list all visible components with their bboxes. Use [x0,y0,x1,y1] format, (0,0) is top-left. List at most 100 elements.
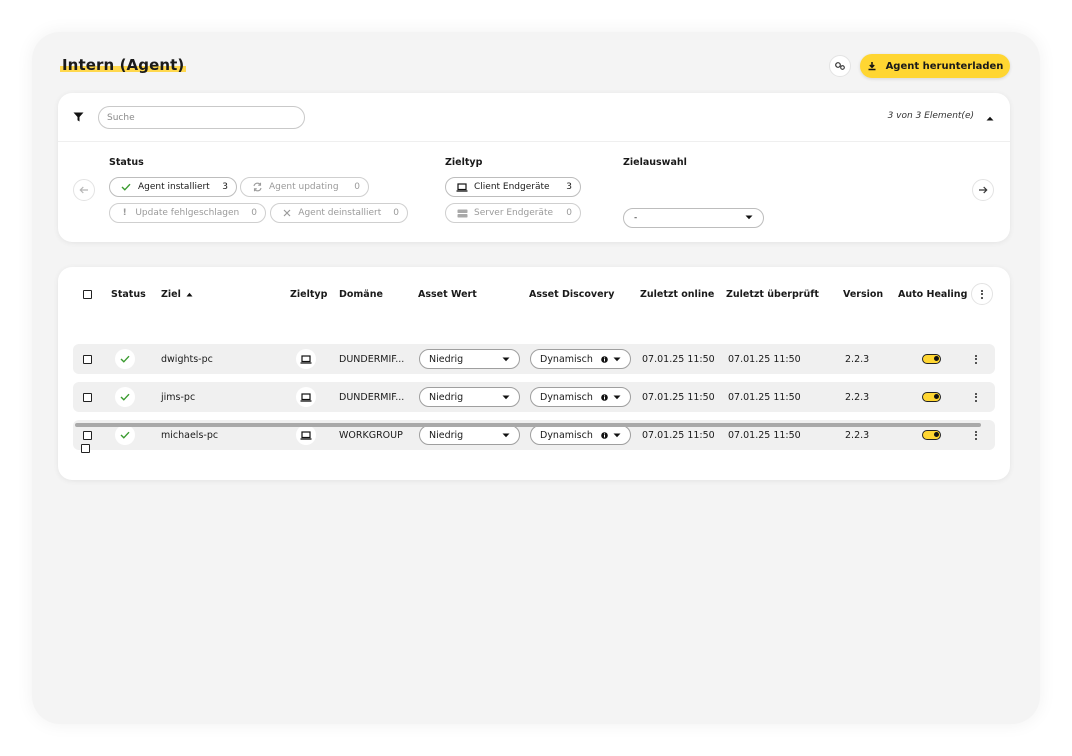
asset-wert-value: Niedrig [429,429,464,441]
column-header-ziel-label: Ziel [161,289,181,300]
row-menu-icon[interactable] [975,392,977,402]
row-menu-icon[interactable] [975,430,977,440]
row-ziel[interactable]: dwights-pc [161,344,213,374]
result-count: 3 von 3 Element(e) [887,111,974,121]
caret-down-icon [613,395,621,399]
app-frame: Intern (Agent) Agent herunterladen 3 von… [32,32,1040,724]
chip-update-fehlgeschlagen[interactable]: ! Update fehlgeschlagen 0 [109,203,266,223]
server-icon [456,209,468,218]
info-icon [601,431,608,439]
chip-label: Server Endgeräte [474,208,554,218]
status-filter-label: Status [109,157,144,168]
agents-table: Status Ziel Zieltyp Domäne Asset Wert As… [58,267,1010,480]
zieltyp-filter-label: Zieltyp [445,157,483,168]
asset-discovery-select[interactable]: Dynamisch [530,425,631,445]
search-input[interactable] [98,106,305,129]
chip-agent-updating[interactable]: Agent updating 0 [240,177,369,197]
row-ziel[interactable]: jims-pc [161,382,195,412]
caret-down-icon [613,357,621,361]
chip-agent-deinstalliert[interactable]: Agent deinstalliert 0 [270,203,408,223]
asset-discovery-select[interactable]: Dynamisch [530,349,631,369]
chip-agent-installiert[interactable]: Agent installiert 3 [109,177,237,197]
row-version: 2.2.3 [845,391,870,403]
row-domaene: DUNDERMIF... [339,391,405,403]
download-agent-label: Agent herunterladen [885,60,1004,72]
info-icon [601,355,608,363]
status-installed-indicator [115,349,135,369]
horizontal-scrollbar[interactable] [75,423,981,427]
laptop-icon [300,392,312,402]
status-installed-indicator [115,425,135,445]
download-agent-button[interactable]: Agent herunterladen [860,54,1010,78]
laptop-icon [300,430,312,440]
sync-icon [251,182,263,192]
chip-count: 0 [566,208,572,218]
table-row[interactable]: dwights-pc DUNDERMIF... Niedrig Dynamisc… [73,344,995,374]
client-type-indicator [296,349,316,369]
filter-prev-button[interactable] [73,179,95,201]
asset-wert-select[interactable]: Niedrig [419,387,520,407]
row-checkbox[interactable] [83,430,92,440]
caret-down-icon [502,395,510,400]
check-icon [120,183,132,191]
asset-wert-select[interactable]: Niedrig [419,425,520,445]
asset-wert-select[interactable]: Niedrig [419,349,520,369]
client-type-indicator [296,425,316,445]
row-checkbox[interactable] [83,392,92,402]
row-version: 2.2.3 [845,353,870,365]
asset-discovery-value: Dynamisch [540,429,593,441]
chip-server-endgeraete[interactable]: Server Endgeräte 0 [445,203,581,223]
check-icon [120,431,130,439]
row-menu-icon[interactable] [975,354,977,364]
chip-count: 0 [354,182,360,192]
column-header-asset-discovery[interactable]: Asset Discovery [529,289,614,300]
column-header-status[interactable]: Status [111,289,146,300]
column-header-domaene[interactable]: Domäne [339,289,383,300]
auto-healing-toggle[interactable] [922,354,941,364]
column-header-zuletzt-ueberprueft[interactable]: Zuletzt überprüft [726,289,819,300]
chip-client-endgeraete[interactable]: Client Endgeräte 3 [445,177,581,197]
row-checkbox[interactable] [83,354,92,364]
chip-label: Update fehlgeschlagen [135,208,240,218]
table-row[interactable]: jims-pc DUNDERMIF... Niedrig Dynamisch 0… [73,382,995,412]
asset-discovery-select[interactable]: Dynamisch [530,387,631,407]
caret-up-icon [986,116,994,120]
footer-select-checkbox[interactable] [81,444,90,453]
auto-healing-toggle[interactable] [922,430,941,440]
chip-label: Agent deinstalliert [298,208,382,218]
row-zuletzt-ueberprueft: 07.01.25 11:50 [728,353,801,365]
chip-count: 3 [222,182,228,192]
column-header-version[interactable]: Version [843,289,883,300]
row-zuletzt-online: 07.01.25 11:50 [642,391,715,403]
collapse-filter-button[interactable] [984,112,996,124]
auto-healing-toggle[interactable] [922,392,941,402]
zielauswahl-select[interactable]: - [623,208,764,228]
chip-label: Agent installiert [138,182,210,192]
filter-panel: 3 von 3 Element(e) Status Agent installi… [58,93,1010,242]
asset-discovery-value: Dynamisch [540,353,593,365]
laptop-icon [300,354,312,364]
filter-next-button[interactable] [972,179,994,201]
row-zuletzt-online: 07.01.25 11:50 [642,353,715,365]
client-type-indicator [296,387,316,407]
column-options-button[interactable] [971,283,993,305]
sort-asc-icon [186,292,193,297]
row-zuletzt-ueberprueft: 07.01.25 11:50 [728,391,801,403]
info-icon [601,393,608,401]
filter-toolbar: 3 von 3 Element(e) [58,93,1010,142]
asset-discovery-value: Dynamisch [540,391,593,403]
column-header-auto-healing[interactable]: Auto Healing [898,289,967,300]
column-header-zuletzt-online[interactable]: Zuletzt online [640,289,714,300]
column-header-zieltyp[interactable]: Zieltyp [290,289,327,300]
laptop-icon [456,182,468,192]
column-header-ziel[interactable]: Ziel [161,289,193,300]
filter-icon[interactable] [73,112,84,122]
settings-button[interactable] [829,55,851,77]
chip-count: 3 [566,182,572,192]
caret-down-icon [502,357,510,362]
caret-down-icon [745,213,753,223]
column-header-asset-wert[interactable]: Asset Wert [418,289,477,300]
exclamation-icon: ! [122,208,127,218]
select-all-checkbox[interactable] [83,290,92,299]
gears-icon [835,62,845,70]
